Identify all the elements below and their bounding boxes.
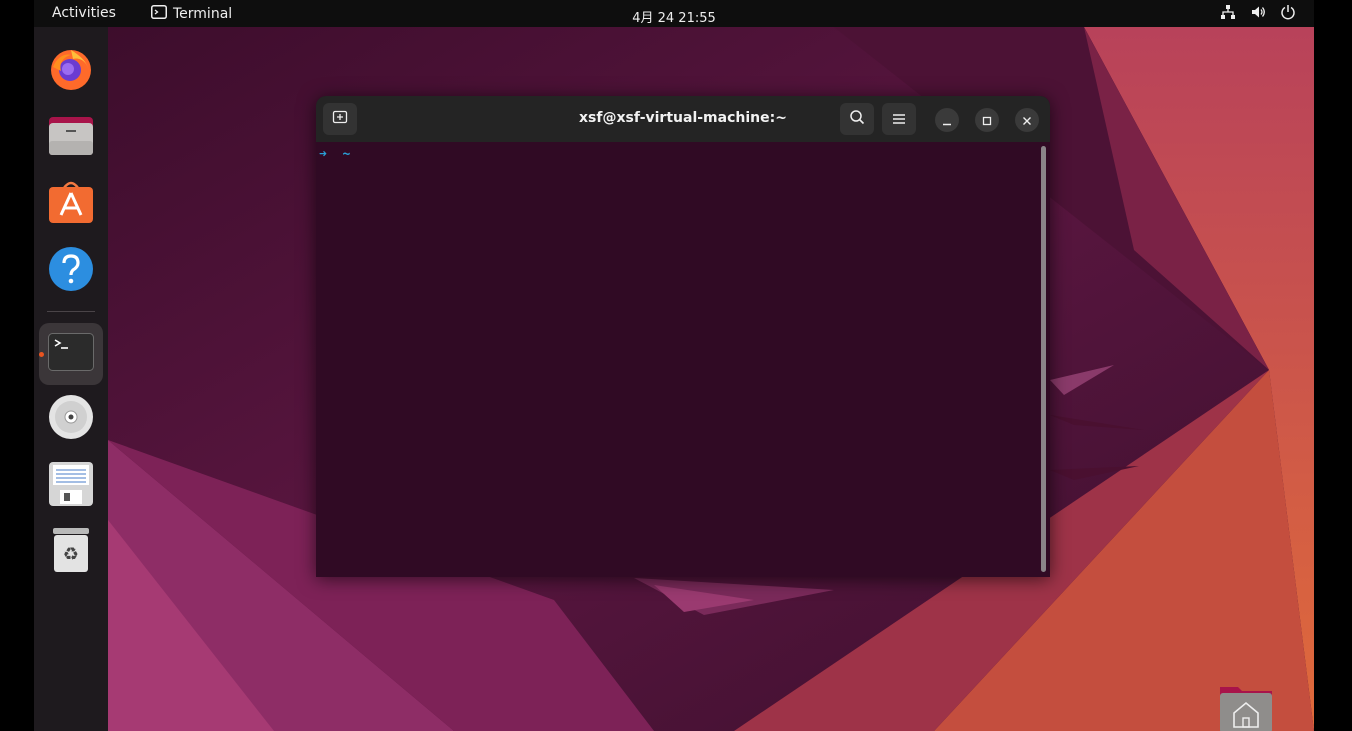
new-tab-button[interactable]: [323, 103, 357, 135]
dock-item-firefox[interactable]: [39, 41, 103, 101]
app-center-icon: [48, 180, 94, 228]
hamburger-menu-icon: [892, 110, 906, 129]
dock-item-help[interactable]: [39, 241, 103, 301]
close-button[interactable]: [1015, 108, 1039, 132]
shell-prompt: ➜ ~: [319, 147, 350, 162]
activities-button[interactable]: Activities: [52, 5, 116, 21]
dock-item-app-center[interactable]: [39, 174, 103, 234]
text-editor-icon: [48, 461, 94, 511]
network-icon: [1220, 4, 1236, 24]
scrollbar[interactable]: [1041, 146, 1046, 572]
desktop-home-folder[interactable]: [1218, 683, 1274, 731]
window-title: xsf@xsf-virtual-machine:~: [579, 110, 787, 126]
running-indicator: [39, 352, 44, 357]
maximize-icon: [982, 111, 992, 130]
search-button[interactable]: [840, 103, 874, 135]
menu-button[interactable]: [882, 103, 916, 135]
disc-icon: [48, 394, 94, 444]
dock: ♻: [34, 27, 108, 731]
system-status-area[interactable]: [1220, 4, 1296, 24]
help-icon: [48, 246, 94, 296]
dock-item-terminal[interactable]: [39, 323, 103, 385]
prompt-arrow: ➜: [319, 147, 327, 162]
trash-icon: ♻: [51, 527, 91, 577]
minimize-icon: [942, 111, 952, 130]
close-icon: [1022, 111, 1032, 130]
app-menu[interactable]: Terminal: [151, 5, 232, 23]
terminal-window[interactable]: xsf@xsf-virtual-machine:~ ➜ ~: [316, 96, 1050, 577]
top-bar: Activities Terminal 4月 24 21:55: [34, 0, 1314, 27]
terminal-content[interactable]: ➜ ~: [316, 142, 1050, 577]
terminal-icon: [48, 333, 94, 375]
volume-icon: [1250, 4, 1266, 24]
files-icon: [48, 115, 94, 161]
dock-separator: [47, 311, 95, 312]
new-tab-icon: [332, 109, 348, 129]
svg-text:♻: ♻: [63, 544, 79, 565]
dock-item-files[interactable]: [39, 108, 103, 168]
search-icon: [849, 109, 865, 129]
clock[interactable]: 4月 24 21:55: [632, 11, 716, 26]
maximize-button[interactable]: [975, 108, 999, 132]
minimize-button[interactable]: [935, 108, 959, 132]
app-menu-label: Terminal: [173, 6, 233, 22]
dock-item-optical-drive[interactable]: [39, 389, 103, 449]
terminal-app-icon: [151, 5, 167, 23]
firefox-icon: [49, 47, 93, 95]
screen: Activities Terminal 4月 24 21:55 ♻ xsf@xs…: [34, 0, 1314, 731]
power-icon: [1280, 4, 1296, 24]
terminal-headerbar[interactable]: xsf@xsf-virtual-machine:~: [316, 96, 1050, 142]
dock-item-text-editor[interactable]: [39, 456, 103, 516]
prompt-directory: ~: [342, 147, 351, 162]
home-folder-icon: [1218, 687, 1274, 731]
dock-item-trash[interactable]: ♻: [39, 522, 103, 582]
